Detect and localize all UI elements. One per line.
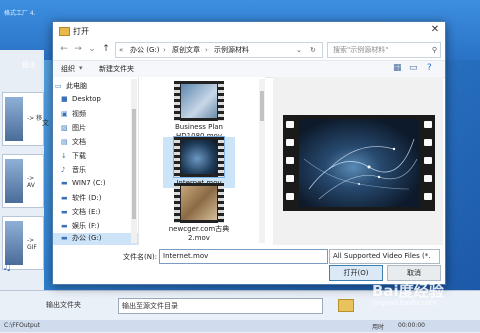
organize-button[interactable]: 组织 [61, 64, 75, 74]
address-root-icon: « [119, 46, 124, 54]
search-input[interactable]: 搜索"示例源材料" ⚲ [327, 42, 441, 58]
drive-icon: ▬ [61, 234, 68, 242]
drive-icon: ▬ [61, 179, 68, 187]
nav-item[interactable]: ▤ 文档 [61, 137, 86, 147]
doc-label: 文 [42, 119, 49, 127]
status-bar: C:\FFOutput 用时 00:00:00 [0, 320, 480, 332]
view-options-icon[interactable]: ▦ [393, 63, 402, 73]
search-icon: ⚲ [431, 46, 437, 54]
dialog-title: 打开 [73, 27, 89, 36]
navigation-pane: ▭ 此电脑 ■ Desktop ▣ 视频 ▨ 图片 ▤ 文档 ↓ 下载 ♪ 音乐 ▬ WIN7 … [53, 77, 139, 245]
nav-item[interactable]: ▨ 图片 [61, 123, 86, 133]
breadcrumb-item[interactable]: 示例源材料 [214, 43, 249, 57]
nav-item[interactable]: ▬ 文档 (E:) [61, 207, 100, 217]
task-label: -> 移 [27, 115, 43, 122]
computer-icon: ▭ [55, 82, 62, 90]
output-label: 输出 [22, 61, 36, 69]
folder-icon [59, 27, 70, 36]
address-bar[interactable]: « 办公 (G:) › 原创文章 › 示例源材料 ⌄ ↻ [115, 42, 323, 58]
chevron-down-icon[interactable]: ⌄ [296, 43, 302, 57]
preview-image [299, 119, 419, 207]
video-thumbnail [173, 136, 225, 178]
nav-item[interactable]: ▭ 此电脑 [55, 81, 87, 91]
task-item[interactable]: -> 移 [2, 92, 44, 146]
nav-item[interactable]: ▬ WIN7 (C:) [61, 179, 106, 187]
back-arrow-icon[interactable]: ← [59, 44, 69, 54]
preview-pane-icon[interactable]: ▭ [409, 63, 418, 73]
elapsed-label: 用时 [372, 324, 385, 331]
nav-item[interactable]: ▬ 软件 (D:) [61, 193, 101, 203]
filename-input[interactable]: Internet.mov [159, 249, 328, 264]
preview-pane [273, 77, 443, 245]
output-folder-label: 输出文件夹 [46, 301, 81, 309]
file-item[interactable]: newcger.com古典2.mov [163, 183, 235, 243]
drive-icon: ▬ [61, 208, 68, 216]
dialog-titlebar: 打开 ✕ [53, 22, 445, 40]
task-label: -> AV [27, 175, 35, 189]
task-label: -> GIF [27, 237, 37, 251]
up-arrow-icon[interactable]: ↑ [101, 44, 111, 54]
app-title: 格式工厂 4. [4, 10, 36, 17]
refresh-icon[interactable]: ↻ [310, 43, 316, 57]
filetype-select[interactable]: All Supported Video Files (*. [329, 249, 440, 264]
music-icon[interactable]: ♫ [2, 260, 16, 274]
nav-item[interactable]: ♪ 音乐 [61, 165, 86, 175]
file-item-selected[interactable]: Internet.mov [163, 136, 235, 188]
close-icon[interactable]: ✕ [429, 24, 441, 36]
new-folder-button[interactable]: 新建文件夹 [99, 64, 134, 74]
folder-icon[interactable] [338, 299, 354, 312]
search-placeholder: 搜索"示例源材料" [333, 46, 389, 54]
file-item[interactable]: Business Plan HD1080.mov [163, 81, 235, 141]
nav-item[interactable]: ▬ 娱乐 (F:) [61, 221, 100, 231]
nav-scrollbar[interactable] [131, 79, 137, 243]
download-icon: ↓ [61, 152, 67, 160]
breadcrumb-item[interactable]: 原创文章 [172, 43, 200, 57]
nav-item-selected[interactable]: ▬ 办公 (G:) [53, 233, 138, 245]
forward-arrow-icon[interactable]: → [73, 44, 83, 54]
help-icon[interactable]: ? [427, 63, 432, 73]
output-folder-select[interactable]: 输出至源文件目录 [118, 298, 323, 314]
open-file-dialog: 打开 ✕ ← → ⌄ ↑ « 办公 (G:) › 原创文章 › 示例源材料 ⌄ … [52, 21, 446, 285]
filename-label: 文件名(N): [123, 253, 158, 261]
task-item[interactable]: -> AV [2, 154, 44, 208]
desktop-icon: ■ [61, 95, 68, 103]
output-path: C:\FFOutput [4, 322, 40, 329]
picture-icon: ▨ [61, 124, 68, 132]
file-list: Business Plan HD1080.mov Internet.mov ne… [139, 77, 265, 245]
elapsed-time: 00:00:00 [398, 322, 425, 329]
preview-thumbnail [283, 115, 435, 211]
video-icon: ▣ [61, 110, 68, 118]
nav-item[interactable]: ■ Desktop [61, 95, 101, 103]
video-thumbnail [174, 81, 224, 121]
drive-icon: ▬ [61, 194, 68, 202]
video-thumbnail [174, 183, 224, 223]
music-icon: ♪ [61, 166, 66, 174]
chevron-down-icon[interactable]: ⌄ [87, 44, 97, 54]
file-name: newcger.com古典2.mov [168, 225, 230, 242]
watermark-logo: Bai度经验 jingyan.baidu.com [372, 282, 444, 307]
chevron-down-icon: ▾ [79, 64, 83, 72]
navigation-row: ← → ⌄ ↑ « 办公 (G:) › 原创文章 › 示例源材料 ⌄ ↻ 搜索"… [53, 40, 445, 60]
nav-item[interactable]: ▣ 视频 [61, 109, 86, 119]
document-icon: ▤ [61, 138, 68, 146]
breadcrumb-item[interactable]: 办公 (G:) [130, 43, 159, 57]
dialog-toolbar: 组织 ▾ 新建文件夹 ▦ ▭ ? [53, 60, 445, 78]
filename-row: 文件名(N): Internet.mov All Supported Video… [53, 248, 445, 264]
open-button[interactable]: 打开(O) [329, 265, 383, 281]
nav-item[interactable]: ↓ 下载 [61, 151, 86, 161]
file-list-scrollbar[interactable] [259, 79, 265, 243]
cancel-button[interactable]: 取消 [387, 265, 441, 281]
drive-icon: ▬ [61, 222, 68, 230]
